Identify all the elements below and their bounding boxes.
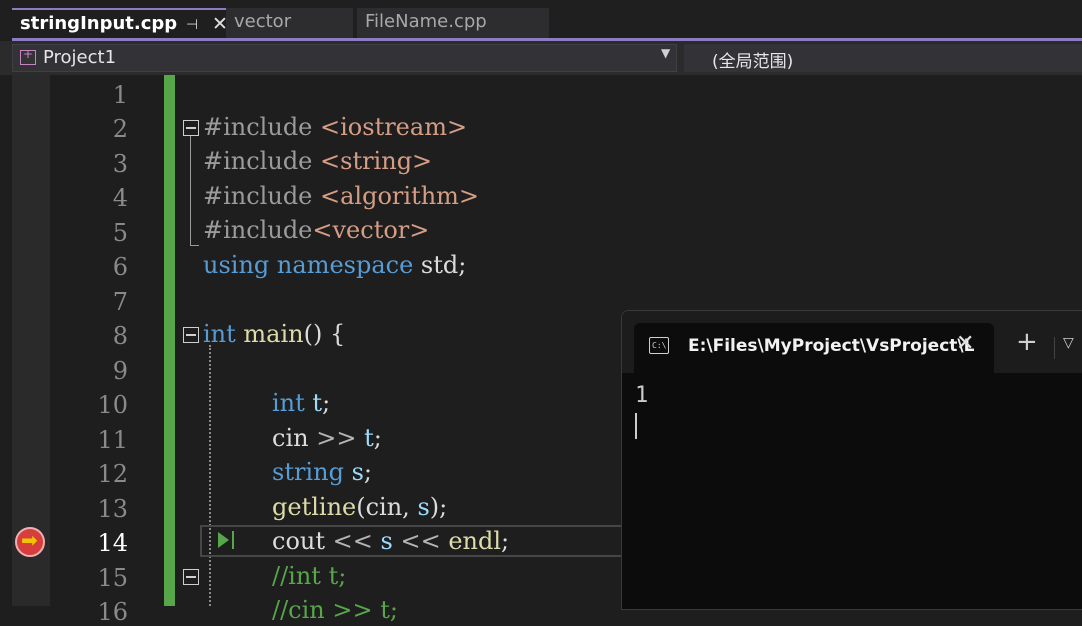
document-tab-bar: stringInput.cpp ⊣ ✕ vector FileName.cpp — [0, 0, 1082, 40]
token: s — [351, 458, 364, 486]
token: ; — [501, 527, 510, 555]
project-icon — [20, 47, 36, 65]
token: t — [364, 424, 374, 452]
token: std; — [413, 251, 467, 279]
token: #include — [203, 147, 321, 175]
token: (cin, — [356, 493, 418, 521]
token: t — [312, 389, 323, 417]
token: <vector> — [312, 216, 430, 244]
token: ; — [322, 389, 331, 417]
divider — [1054, 337, 1055, 359]
token: main — [243, 320, 304, 348]
close-icon[interactable]: ✕ — [956, 331, 974, 356]
terminal-output: 1 — [635, 383, 649, 408]
code-line-14: cout << s << endl; — [272, 527, 509, 555]
token: << — [332, 527, 373, 555]
token: <string> — [320, 147, 433, 175]
token: s — [417, 493, 430, 521]
new-tab-button[interactable]: + — [1016, 329, 1038, 355]
token: getline — [272, 493, 357, 521]
chevron-down-icon[interactable]: ▽ — [1063, 335, 1074, 351]
token: #include — [203, 113, 321, 141]
indent-guide — [209, 345, 211, 606]
token: <iostream> — [320, 113, 468, 141]
text-cursor — [635, 413, 637, 439]
token: int — [203, 320, 236, 348]
token: cin — [272, 424, 317, 452]
token: //int t; — [272, 562, 347, 590]
code-line-4: #include <algorithm> — [203, 182, 479, 210]
code-line-13: getline(cin, s); — [272, 493, 447, 521]
code-line-15: //int t; — [272, 562, 346, 590]
token: //cin >> t; — [272, 596, 398, 624]
chevron-down-icon[interactable]: ▼ — [661, 46, 670, 60]
token: () { — [303, 320, 346, 348]
pin-icon[interactable]: ⊣ — [186, 11, 198, 39]
token: <algorithm> — [320, 182, 480, 210]
navigation-bar: Project1 ▼ (全局范围) — [0, 41, 1082, 75]
token: << — [400, 527, 441, 555]
outline-line — [190, 136, 191, 245]
code-line-12: string s; — [272, 458, 372, 486]
terminal-tab[interactable]: C:\ E:\Files\MyProject\VsProject\L ✕ — [634, 323, 994, 373]
token: #include — [203, 216, 313, 244]
token: ; — [373, 424, 382, 452]
terminal-window[interactable]: C:\ E:\Files\MyProject\VsProject\L ✕ + ▽… — [621, 310, 1082, 610]
token: ); — [429, 493, 448, 521]
token: int — [272, 389, 305, 417]
token: cout — [272, 527, 333, 555]
token: namespace — [276, 251, 414, 279]
project-dropdown[interactable]: Project1 ▼ — [12, 44, 677, 72]
terminal-title: E:\Files\MyProject\VsProject\L — [688, 336, 975, 356]
code-line-16: //cin >> t; — [272, 596, 398, 624]
code-line-3: #include <string> — [203, 147, 432, 175]
tab-filename-cpp[interactable]: FileName.cpp — [357, 8, 549, 38]
run-to-click-bar — [232, 531, 234, 549]
token: s — [380, 527, 393, 555]
token: >> — [316, 424, 357, 452]
token: ; — [363, 458, 372, 486]
project-label: Project1 — [43, 47, 117, 68]
tab-label: vector — [234, 11, 292, 32]
code-line-6: using namespace std; — [203, 251, 466, 279]
tab-label: FileName.cpp — [365, 11, 487, 32]
code-line-11: cin >> t; — [272, 424, 382, 452]
token: #include — [203, 182, 321, 210]
collapse-icon[interactable] — [183, 569, 199, 585]
tab-label: stringInput.cpp — [20, 13, 178, 34]
code-line-8: int main() { — [203, 320, 345, 348]
tab-vector[interactable]: vector — [226, 8, 353, 38]
code-line-5: #include<vector> — [203, 216, 429, 244]
code-line-2: #include <iostream> — [203, 113, 467, 141]
collapse-icon[interactable] — [183, 120, 199, 136]
token: string — [272, 458, 344, 486]
terminal-tab-strip: C:\ E:\Files\MyProject\VsProject\L ✕ + ▽ — [622, 311, 1082, 373]
token: endl — [448, 527, 502, 555]
code-line-10: int t; — [272, 389, 330, 417]
collapse-icon[interactable] — [183, 327, 199, 343]
run-to-click-icon[interactable] — [218, 532, 229, 548]
token: using — [203, 251, 270, 279]
tab-stringinput-cpp[interactable]: stringInput.cpp ⊣ ✕ — [12, 8, 228, 39]
scope-dropdown[interactable]: (全局范围) — [684, 44, 1082, 72]
scope-label: (全局范围) — [712, 52, 794, 72]
outline-end — [190, 245, 199, 246]
terminal-icon: C:\ — [649, 337, 669, 354]
